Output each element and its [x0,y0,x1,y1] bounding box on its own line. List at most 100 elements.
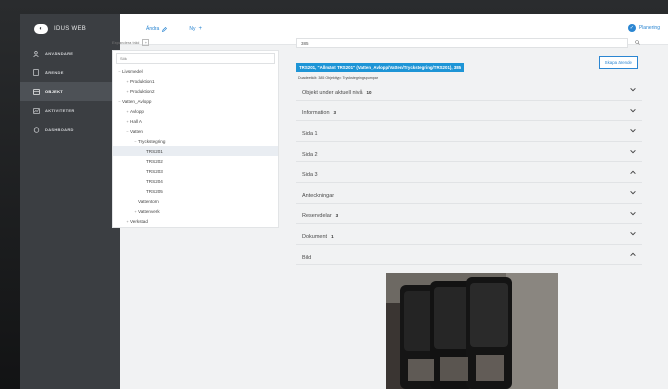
section-label: Sida 2 [302,151,318,158]
section-count: 3 [333,110,337,116]
tree-node[interactable]: TRS202 [113,156,278,166]
tree-node[interactable]: − Vatten [113,126,278,136]
tree-node[interactable]: + Hall A [113,116,278,126]
sidebar-item-label: DASHBOARD [45,127,74,132]
chevron-down-icon[interactable] [630,149,636,154]
section-dokument[interactable]: Dokument 1 [296,224,642,245]
expand-tree-label: Expandera träd [112,39,140,45]
section-reservdelar[interactable]: Reservdelar 3 [296,204,642,225]
tree-node-label: Produktion1 [130,78,155,84]
tree-node-label: Produktion2 [130,88,155,94]
tree-node[interactable]: − Livsmedel [113,66,278,76]
edit-button[interactable]: Ändra [146,26,168,32]
section-label: Objekt under aktuell nivå [302,89,363,96]
tree-node-label: TRS204 [146,178,163,184]
logo[interactable]: ◐ IDUS WEB [20,14,120,44]
object-subtitle: Duadeetköt: 385 Objekttyp: Tryckstegring… [298,76,378,80]
section-information[interactable]: Information 3 [296,101,642,122]
objects-icon [32,88,40,95]
tree-node-label: TRS201 [146,148,163,154]
sidebar-item-användare[interactable]: ANVÄNDARE [20,44,120,63]
tree-node[interactable]: + Avlopp [113,106,278,116]
sidebar: ◐ IDUS WEB ANVÄNDARE ÄRENDE OBJEKT AKTIVITE… [20,14,120,389]
section-count: 10 [366,89,372,95]
section-label: Sida 3 [302,172,318,179]
object-header: TRS201, "Allmänt TRS201" (Vatten_Avlopp/… [296,56,642,80]
tree-node[interactable]: − Tryckstegring [113,136,278,146]
expand-icon: + [142,38,150,46]
planner-button[interactable]: ✓ Planering [627,24,660,32]
section-anteckningar[interactable]: Anteckningar [296,183,642,204]
section-bild[interactable]: Bild [296,245,642,266]
section-list: Objekt under aktuell nivå 10 Information 3 S… [296,80,642,266]
tree-node-label: Vatten_Avlopp [122,98,152,104]
tree-node[interactable]: TRS203 [113,166,278,176]
section-sida-2[interactable]: Sida 2 [296,142,642,163]
tree-node[interactable]: + Produktion2 [113,86,278,96]
planner-label: Planering [638,25,660,31]
tree-node[interactable]: TRS204 [113,176,278,186]
sidebar-item-objekt[interactable]: OBJEKT [20,82,120,101]
pencil-icon [162,26,168,32]
tree-node[interactable]: − Vatten_Avlopp [113,96,278,106]
tree-search-input[interactable]: Sök [116,53,275,64]
tree-node-label: Livsmedel [122,68,143,74]
create-case-button[interactable]: Skapa ärende [598,56,638,69]
app-window: ◐ IDUS WEB ANVÄNDARE ÄRENDE OBJEKT AKTIVITE… [20,14,668,389]
sidebar-item-label: ÄRENDE [45,70,64,75]
expand-tree-toggle[interactable]: Expandera träd + [112,38,277,46]
chevron-down-icon[interactable] [630,190,636,195]
chevron-down-icon[interactable] [630,231,636,236]
sidebar-item-ärende[interactable]: ÄRENDE [20,63,120,82]
section-label: Reservdelar [302,213,332,220]
tree-node-label: TRS202 [146,158,163,164]
tree-node-label: TRS205 [146,188,163,194]
object-tree: − Livsmedel + Produktion1 + Produktion2− Vatte… [113,66,278,226]
section-label: Information [302,110,330,117]
logo-icon: ◐ [34,24,48,34]
section-sida-1[interactable]: Sida 1 [296,121,642,142]
chevron-up-icon[interactable] [630,170,636,175]
search-icon[interactable] [635,40,640,45]
sidebar-item-label: ANVÄNDARE [45,51,74,56]
chevron-down-icon[interactable] [630,128,636,133]
tree-node[interactable]: + Vattenverk [113,206,278,216]
document-icon [32,69,40,76]
new-label: Ny [189,26,196,32]
section-objekt-under-aktuell-nivå[interactable]: Objekt under aktuell nivå 10 [296,80,642,101]
tree-node[interactable]: + Verkstad [113,216,278,226]
tree-node[interactable]: + Produktion1 [113,76,278,86]
tree-node-label: Vatten [130,128,143,134]
object-search-input[interactable]: 385 [296,38,628,48]
pump-motors-image [386,273,558,389]
tree-node-label: Verkstad [130,218,148,224]
detail-panel: 385 TRS201, "Allmänt TRS201" (Vatten_Avl… [296,38,642,266]
calendar-icon: ✓ [627,24,636,32]
tree-node[interactable]: TRS205 [113,186,278,196]
section-label: Dokument [302,233,328,240]
section-sida-3[interactable]: Sida 3 [296,162,642,183]
chevron-down-icon[interactable] [630,211,636,216]
sidebar-nav: ANVÄNDARE ÄRENDE OBJEKT AKTIVITETER DASHBOAR… [20,44,120,139]
tree-node-label: Avlopp [130,108,144,114]
chevron-up-icon[interactable] [630,252,636,257]
section-count: 3 [335,213,339,219]
sidebar-item-dashboard[interactable]: DASHBOARD [20,120,120,139]
tree-node-label: TRS203 [146,168,163,174]
chevron-down-icon[interactable] [630,108,636,113]
tree-node[interactable]: TRS201 [113,146,278,156]
tree-node-label: Tryckstegring [138,138,166,144]
object-title: TRS201, "Allmänt TRS201" (Vatten_Avlopp/… [296,63,465,72]
dashboard-icon [32,126,40,133]
sidebar-item-label: AKTIVITETER [45,108,75,113]
edit-label: Ändra [146,26,160,32]
activity-icon [32,107,40,114]
sidebar-item-label: OBJEKT [45,89,64,94]
tree-node[interactable]: Vattentorn [113,196,278,206]
plus-icon: + [198,26,202,32]
new-button[interactable]: Ny + [189,26,202,32]
sidebar-item-aktiviteter[interactable]: AKTIVITETER [20,101,120,120]
chevron-down-icon[interactable] [630,87,636,92]
section-label: Bild [302,254,312,261]
user-icon [32,50,40,57]
